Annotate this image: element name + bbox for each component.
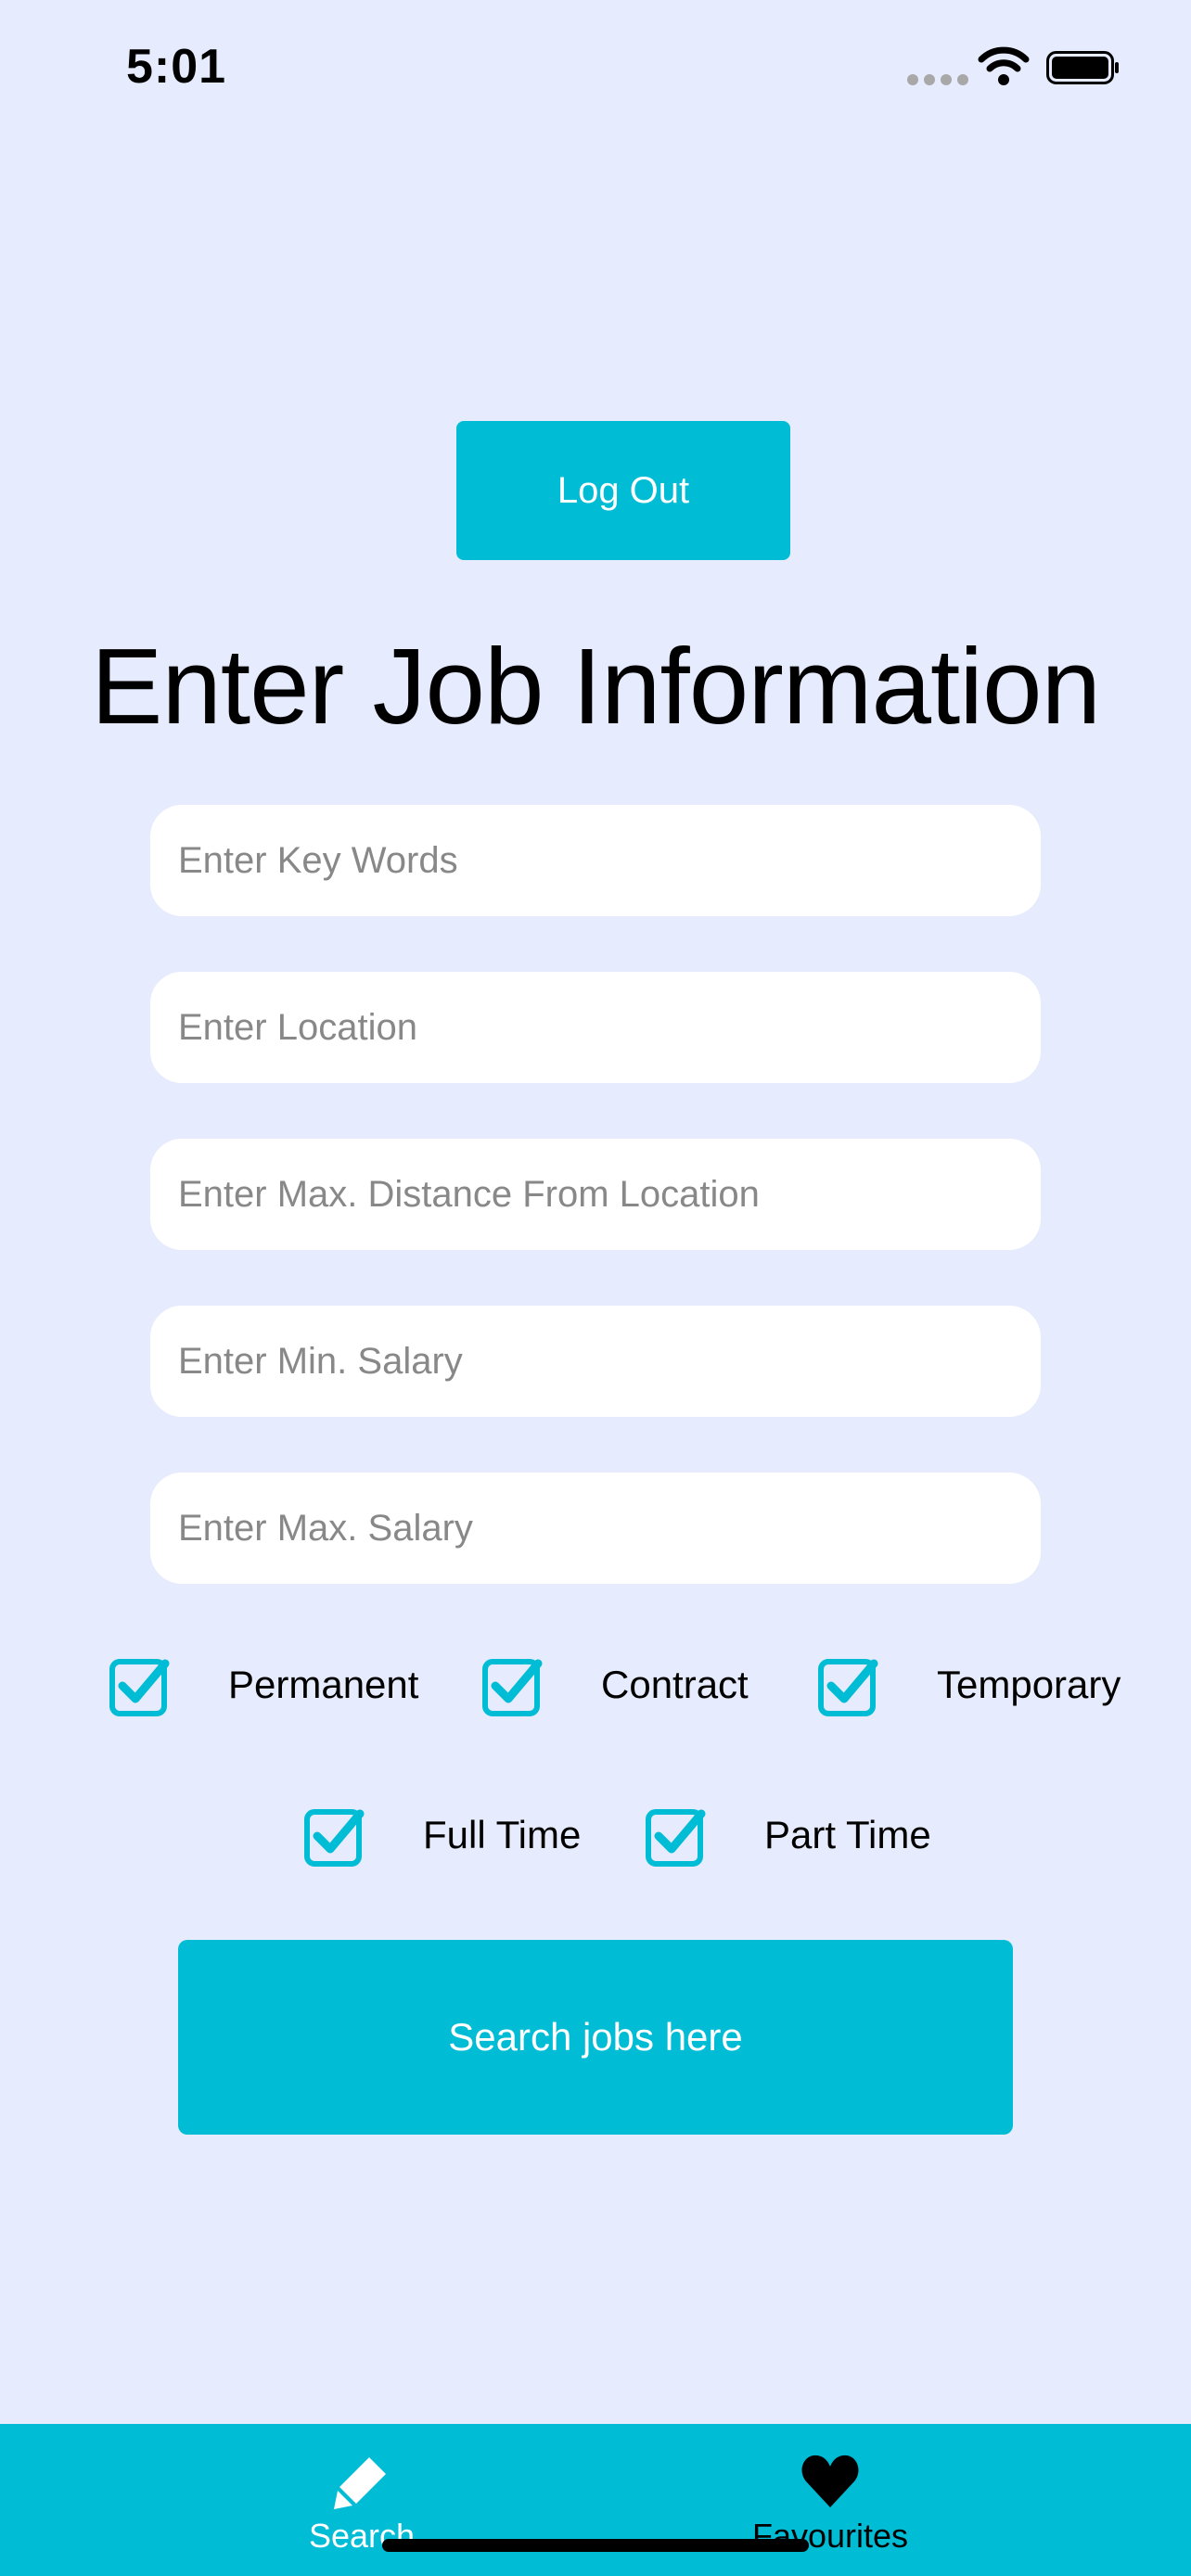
search-jobs-button[interactable]: Search jobs here xyxy=(178,1940,1013,2135)
part-time-checkbox[interactable]: Part Time xyxy=(644,1803,931,1868)
tab-search[interactable]: Search xyxy=(278,2424,445,2576)
logout-button-label: Log Out xyxy=(557,469,690,511)
pencil-icon xyxy=(334,2457,386,2509)
logout-button[interactable]: Log Out xyxy=(456,421,790,560)
location-input[interactable] xyxy=(150,972,1041,1083)
part-time-label: Part Time xyxy=(764,1813,931,1856)
min-salary-input[interactable] xyxy=(150,1306,1041,1417)
heart-icon xyxy=(801,2455,859,2507)
max-distance-input[interactable] xyxy=(150,1139,1041,1250)
wifi-icon xyxy=(978,46,1030,85)
temporary-label: Temporary xyxy=(937,1663,1121,1706)
tab-favourites[interactable]: Favourites xyxy=(724,2424,937,2576)
checkbox-checked-icon xyxy=(304,1809,365,1867)
max-salary-input[interactable] xyxy=(150,1473,1041,1584)
status-time: 5:01 xyxy=(126,40,227,94)
permanent-label: Permanent xyxy=(228,1663,419,1706)
checkbox-checked-icon xyxy=(818,1659,878,1716)
page-title: Enter Job Information xyxy=(90,626,1101,746)
permanent-checkbox[interactable]: Permanent xyxy=(108,1652,418,1717)
contract-checkbox[interactable]: Contract xyxy=(480,1652,749,1717)
battery-icon xyxy=(1046,51,1119,84)
checkbox-checked-icon xyxy=(109,1659,170,1716)
full-time-label: Full Time xyxy=(423,1813,582,1856)
keywords-input[interactable] xyxy=(150,805,1041,916)
full-time-checkbox[interactable]: Full Time xyxy=(302,1803,581,1868)
checkbox-checked-icon xyxy=(646,1809,706,1867)
temporary-checkbox[interactable]: Temporary xyxy=(816,1652,1121,1717)
search-jobs-button-label: Search jobs here xyxy=(448,2015,743,2059)
tab-bar: Search Favourites xyxy=(0,2424,1191,2576)
contract-label: Contract xyxy=(601,1663,749,1706)
cellular-signal-icon xyxy=(907,74,968,85)
checkbox-checked-icon xyxy=(482,1659,543,1716)
home-indicator[interactable] xyxy=(382,2539,809,2552)
